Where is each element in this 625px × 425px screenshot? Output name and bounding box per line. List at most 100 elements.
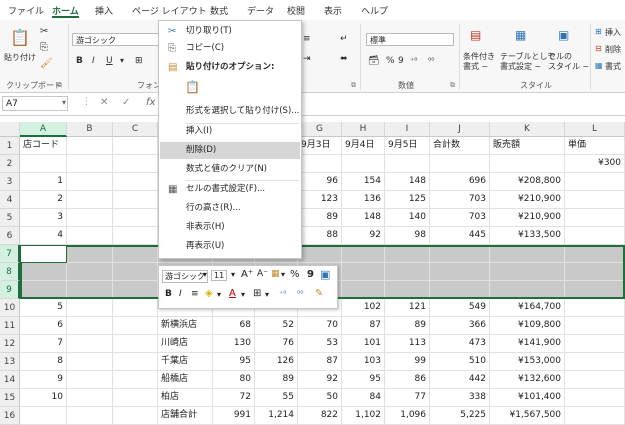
row-header-3[interactable]: 3 — [0, 173, 20, 191]
cell-a9[interactable] — [20, 281, 67, 299]
cell-g7[interactable] — [298, 245, 342, 263]
clear-format-icon[interactable]: ✎ — [315, 288, 323, 299]
cell-a14[interactable]: 9 — [20, 371, 67, 389]
cell-j15[interactable]: 338 — [430, 389, 490, 407]
cell-i13[interactable]: 99 — [385, 353, 430, 371]
cell-j1[interactable]: 合計数 — [430, 137, 490, 155]
clipboard-launcher-icon[interactable]: ⧉ — [57, 81, 62, 90]
format-painter-icon[interactable]: ▣ — [320, 268, 330, 281]
name-box-dropdown-icon[interactable]: ▾ — [62, 98, 66, 107]
cell-c10[interactable] — [113, 299, 158, 317]
insert-function-icon[interactable]: fx — [146, 97, 155, 108]
cell-c7[interactable] — [113, 245, 158, 263]
bold-icon[interactable]: B — [165, 289, 172, 299]
cell-h13[interactable]: 103 — [342, 353, 385, 371]
cell-j7[interactable] — [430, 245, 490, 263]
cell-i16[interactable]: 1,096 — [385, 407, 430, 425]
cell-j12[interactable]: 473 — [430, 335, 490, 353]
cell-g12[interactable]: 53 — [298, 335, 342, 353]
cell-d16[interactable]: 店舗合計 — [158, 407, 213, 425]
cell-l5[interactable] — [565, 209, 625, 227]
cell-k10[interactable]: ¥164,700 — [490, 299, 565, 317]
cell-c1[interactable] — [113, 137, 158, 155]
cell-i1[interactable]: 9月5日 — [385, 137, 430, 155]
menu-item-unhide[interactable]: 再表示(U) — [160, 238, 300, 255]
cancel-icon[interactable]: ✕ — [100, 97, 108, 108]
cell-k4[interactable]: ¥210,900 — [490, 191, 565, 209]
row-header-16[interactable]: 16 — [0, 407, 20, 425]
cell-b11[interactable] — [67, 317, 113, 335]
cell-l9[interactable] — [565, 281, 625, 299]
format-as-table-icon[interactable]: ▦ — [515, 28, 526, 42]
cell-j10[interactable]: 549 — [430, 299, 490, 317]
cell-d15[interactable]: 柏店 — [158, 389, 213, 407]
menu-item-format-cells[interactable]: ▦ セルの書式設定(F)... — [160, 181, 300, 198]
cell-k16[interactable]: ¥1,567,500 — [490, 407, 565, 425]
cell-f11[interactable]: 52 — [255, 317, 298, 335]
cell-i6[interactable]: 98 — [385, 227, 430, 245]
row-header-7[interactable]: 7 — [0, 245, 20, 263]
cell-h7[interactable] — [342, 245, 385, 263]
format-as-table-button[interactable]: テーブルとして 書式設定 ~ — [500, 52, 555, 72]
row-header-12[interactable]: 12 — [0, 335, 20, 353]
cell-a10[interactable]: 5 — [20, 299, 67, 317]
column-header-c[interactable]: C — [113, 122, 158, 137]
conditional-format-button[interactable]: 条件付き 書式 ~ — [463, 52, 495, 72]
decrease-decimal-icon[interactable]: ⁰⁰ — [297, 289, 303, 298]
cell-c12[interactable] — [113, 335, 158, 353]
cell-h4[interactable]: 136 — [342, 191, 385, 209]
font-color-dropdown-icon[interactable]: ▾ — [241, 290, 245, 299]
cell-j2[interactable] — [430, 155, 490, 173]
wrap-text-icon[interactable]: ↵ — [340, 34, 348, 44]
cell-k2[interactable] — [490, 155, 565, 173]
cell-k7[interactable] — [490, 245, 565, 263]
cell-b8[interactable] — [67, 263, 113, 281]
border-dropdown-icon[interactable]: ▾ — [265, 290, 269, 299]
mini-font-dropdown-icon[interactable]: ▾ — [203, 270, 207, 279]
border-button[interactable]: ⊞ — [135, 56, 143, 66]
cell-j9[interactable] — [430, 281, 490, 299]
cell-h15[interactable]: 84 — [342, 389, 385, 407]
cell-b7[interactable] — [67, 245, 113, 263]
cell-d12[interactable]: 川崎店 — [158, 335, 213, 353]
cell-e12[interactable]: 130 — [213, 335, 255, 353]
cell-styles-button[interactable]: セルの スタイル ~ — [548, 52, 589, 72]
cell-a8[interactable] — [20, 263, 67, 281]
cell-l13[interactable] — [565, 353, 625, 371]
cell-e16[interactable]: 991 — [213, 407, 255, 425]
increase-decimal-icon[interactable]: ⁺⁰ — [410, 56, 417, 65]
tab-page-layout[interactable]: ページ レイアウト — [132, 4, 207, 17]
cell-h9[interactable] — [342, 281, 385, 299]
cell-l2[interactable]: ¥300 — [565, 155, 625, 173]
cell-b9[interactable] — [67, 281, 113, 299]
cell-i8[interactable] — [385, 263, 430, 281]
cell-c5[interactable] — [113, 209, 158, 227]
row-header-1[interactable]: 1 — [0, 137, 20, 155]
insert-cells-icon[interactable]: ⊞ — [595, 27, 602, 36]
row-header-15[interactable]: 15 — [0, 389, 20, 407]
cell-a6[interactable]: 4 — [20, 227, 67, 245]
paste-option-icon[interactable]: 📋 — [185, 79, 200, 95]
cell-l15[interactable] — [565, 389, 625, 407]
cell-i12[interactable]: 113 — [385, 335, 430, 353]
cell-b14[interactable] — [67, 371, 113, 389]
cell-i4[interactable]: 125 — [385, 191, 430, 209]
cell-k13[interactable]: ¥153,000 — [490, 353, 565, 371]
cell-d14[interactable]: 船橋店 — [158, 371, 213, 389]
column-header-j[interactable]: J — [430, 122, 490, 137]
cell-g13[interactable]: 87 — [298, 353, 342, 371]
cell-h11[interactable]: 87 — [342, 317, 385, 335]
cell-a2[interactable] — [20, 155, 67, 173]
tab-home[interactable]: ホーム — [52, 4, 79, 18]
cell-a4[interactable]: 2 — [20, 191, 67, 209]
cell-h14[interactable]: 95 — [342, 371, 385, 389]
cell-k14[interactable]: ¥132,600 — [490, 371, 565, 389]
cell-h16[interactable]: 1,102 — [342, 407, 385, 425]
cell-h2[interactable] — [342, 155, 385, 173]
cut-icon[interactable]: ✂ — [40, 26, 48, 37]
column-header-h[interactable]: H — [342, 122, 385, 137]
menu-item-clear-contents[interactable]: 数式と値のクリア(N) — [160, 161, 300, 178]
cell-g1[interactable]: 9月3日 — [298, 137, 342, 155]
cell-i10[interactable]: 121 — [385, 299, 430, 317]
row-header-8[interactable]: 8 — [0, 263, 20, 281]
